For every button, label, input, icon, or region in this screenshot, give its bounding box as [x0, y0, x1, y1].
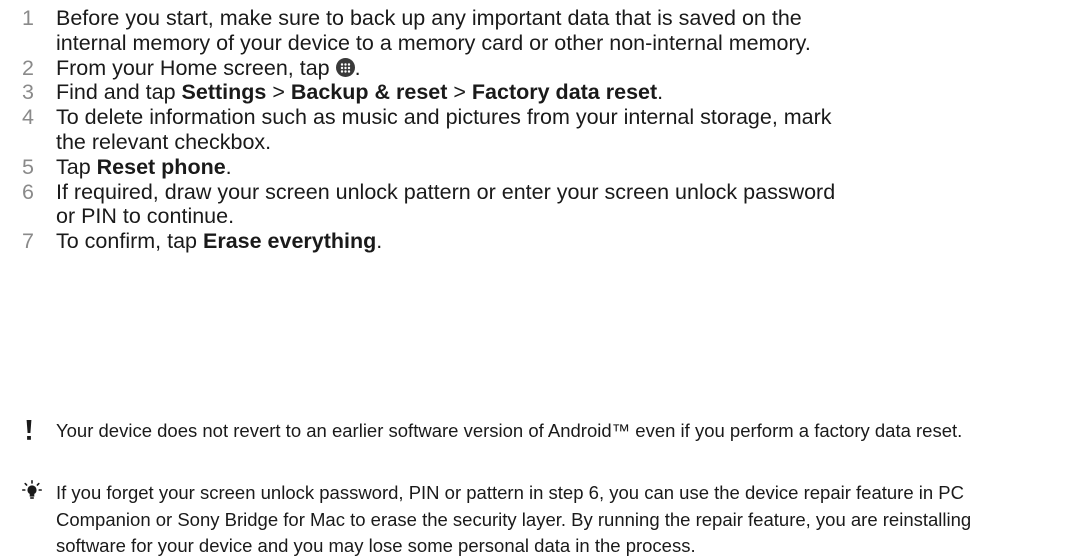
- step-text: To delete information such as music and …: [56, 105, 832, 154]
- step-text: From your Home screen, tap .: [56, 56, 856, 81]
- step-7: 7 To confirm, tap Erase everything.: [22, 229, 1052, 254]
- step-text-part: From your Home screen, tap: [56, 55, 336, 80]
- step-number: 4: [22, 105, 34, 130]
- step-number: 6: [22, 179, 34, 204]
- step-text: Find and tap Settings > Backup & reset >…: [56, 80, 856, 105]
- step-5: 5 Tap Reset phone.: [22, 155, 1052, 180]
- step-text-part: .: [657, 80, 664, 105]
- step-2: 2 From your Home screen, tap .: [22, 56, 1052, 81]
- steps-list: 1 Before you start, make sure to back up…: [22, 6, 1052, 254]
- step-text-part: Tap: [56, 154, 97, 179]
- step-text-part: To confirm, tap: [56, 229, 203, 254]
- lightbulb-icon: [22, 480, 43, 510]
- step-4: 4 To delete information such as music an…: [22, 105, 1052, 155]
- step-text-part: .: [225, 154, 232, 179]
- backup-reset-label: Backup & reset: [290, 80, 448, 105]
- tip-note: If you forget your screen unlock passwor…: [22, 480, 1042, 560]
- step-separator: >: [447, 80, 472, 105]
- warning-note: Your device does not revert to an earlie…: [22, 418, 1042, 445]
- step-number: 3: [22, 80, 34, 105]
- step-1: 1 Before you start, make sure to back up…: [22, 6, 1052, 56]
- tip-text: If you forget your screen unlock passwor…: [56, 482, 972, 556]
- step-text: Tap Reset phone.: [56, 155, 856, 180]
- step-text-part: .: [376, 229, 383, 254]
- warning-text: Your device does not revert to an earlie…: [56, 420, 963, 441]
- step-text: Before you start, make sure to back up a…: [56, 6, 811, 55]
- settings-label: Settings: [181, 80, 267, 105]
- step-text: If required, draw your screen unlock pat…: [56, 179, 836, 229]
- step-number: 5: [22, 154, 34, 179]
- factory-data-reset-label: Factory data reset: [471, 80, 658, 105]
- step-text-part: .: [354, 55, 361, 80]
- step-text-part: Find and tap: [56, 80, 182, 105]
- reset-phone-label: Reset phone: [96, 154, 226, 179]
- step-6: 6 If required, draw your screen unlock p…: [22, 180, 1052, 230]
- step-number: 1: [22, 6, 34, 30]
- step-number: 2: [22, 55, 34, 80]
- step-separator: >: [266, 80, 291, 105]
- step-number: 7: [22, 229, 34, 254]
- erase-everything-label: Erase everything: [202, 229, 377, 254]
- apps-icon: [335, 57, 355, 77]
- exclamation-icon: [22, 418, 36, 452]
- step-text: To confirm, tap Erase everything.: [56, 229, 856, 254]
- step-3: 3 Find and tap Settings > Backup & reset…: [22, 80, 1052, 105]
